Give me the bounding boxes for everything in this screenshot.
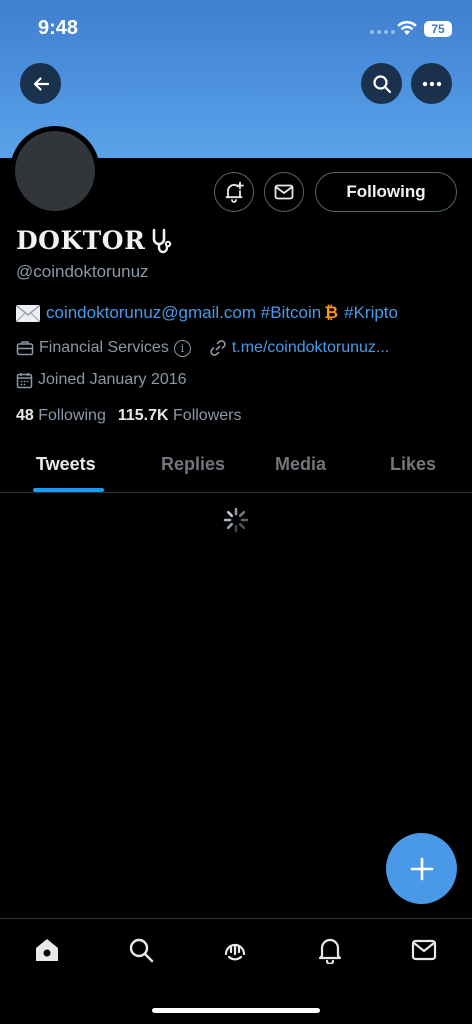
briefcase-icon: [16, 341, 34, 356]
calendar-icon: [16, 372, 33, 388]
bitcoin-icon: ₿: [324, 303, 339, 322]
bio-hashtag-kripto[interactable]: #Kripto: [344, 303, 398, 323]
profile-joined-date: Joined January 2016: [38, 371, 187, 388]
avatar[interactable]: [15, 131, 95, 211]
tab-tweets[interactable]: Tweets: [36, 454, 96, 475]
active-tab-indicator: [33, 488, 104, 492]
search-icon: [129, 938, 154, 963]
profile-meta-row: Financial Services i t.me/coindoktorunuz…: [16, 339, 389, 357]
search-button[interactable]: [361, 63, 402, 104]
followers-count-link[interactable]: 115.7K Followers: [118, 407, 242, 424]
bio-hashtag-bitcoin[interactable]: #Bitcoin: [261, 303, 321, 323]
bio-email-link[interactable]: coindoktorunuz@gmail.com: [46, 303, 256, 323]
cellular-signal-icon: [370, 30, 395, 34]
followers-label: Followers: [173, 407, 242, 424]
tab-replies[interactable]: Replies: [161, 454, 225, 475]
nav-spaces[interactable]: [220, 935, 250, 965]
wifi-icon: [397, 20, 417, 35]
followers-count: 115.7K: [117, 407, 169, 424]
following-count: 48: [16, 407, 34, 424]
profile-bio: coindoktorunuz@gmail.com #Bitcoin ₿ #Kri…: [16, 303, 398, 323]
profile-tabs: Tweets Replies Media Likes: [0, 440, 472, 493]
user-handle: @coindoktorunuz: [16, 262, 149, 281]
avatar-frame: [10, 126, 100, 216]
status-time: 9:48: [38, 17, 79, 39]
back-button[interactable]: [20, 63, 61, 104]
tab-likes[interactable]: Likes: [390, 454, 436, 475]
nav-notifications[interactable]: [315, 935, 345, 965]
plus-icon: [410, 857, 433, 880]
display-name-text: DOKTOR: [16, 226, 146, 255]
profile-website-link[interactable]: t.me/coindoktorunuz...: [232, 339, 389, 357]
link-icon: [210, 340, 226, 356]
spaces-icon: [224, 943, 246, 961]
battery-indicator: 75: [424, 21, 452, 37]
home-icon: [36, 939, 58, 961]
compose-tweet-button[interactable]: [386, 833, 457, 904]
more-icon: [422, 81, 441, 86]
messages-icon: [411, 939, 437, 961]
back-arrow-icon: [33, 76, 49, 91]
profile-joined-row: Joined January 2016: [16, 371, 187, 389]
envelope-icon: [274, 184, 294, 200]
notifications-toggle-button[interactable]: [214, 172, 254, 212]
display-name: DOKTOR: [16, 226, 176, 255]
profile-category: Financial Services: [39, 339, 169, 356]
following-label: Following: [38, 407, 106, 424]
stethoscope-icon: [153, 228, 172, 253]
search-icon: [372, 74, 391, 93]
envelope-emoji-icon: [16, 304, 40, 322]
bell-plus-icon: [225, 181, 244, 203]
profile-counts: 48 Following 115.7K Followers: [16, 407, 241, 425]
message-button[interactable]: [264, 172, 304, 212]
more-options-button[interactable]: [411, 63, 452, 104]
info-icon[interactable]: i: [173, 339, 191, 357]
nav-search[interactable]: [126, 935, 156, 965]
home-indicator[interactable]: [152, 1008, 320, 1013]
following-button[interactable]: Following: [315, 172, 457, 212]
nav-messages[interactable]: [409, 935, 439, 965]
following-count-link[interactable]: 48 Following: [16, 407, 106, 424]
notifications-icon: [318, 938, 342, 964]
loading-spinner-icon: [223, 507, 249, 533]
tab-media[interactable]: Media: [275, 454, 326, 475]
nav-home[interactable]: [32, 935, 62, 965]
status-bar: 9:48 75: [0, 0, 472, 58]
